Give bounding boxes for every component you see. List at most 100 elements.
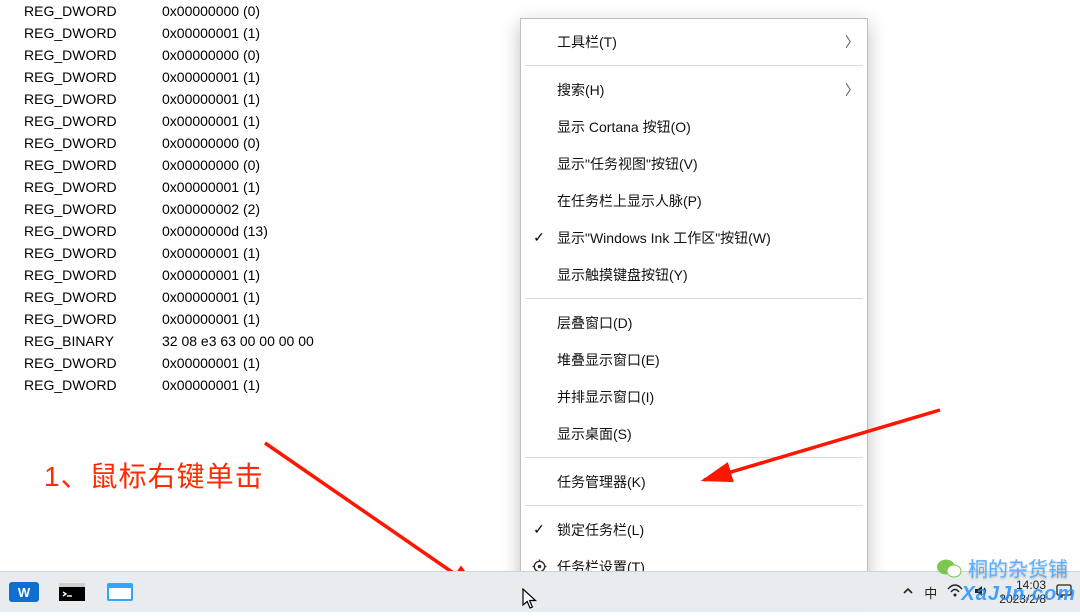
registry-type: REG_DWORD <box>24 374 162 396</box>
registry-value: 0x00000001 (1) <box>162 352 260 374</box>
svg-text:W: W <box>18 585 31 600</box>
registry-row[interactable]: REG_DWORD0x0000000d (13) <box>24 220 314 242</box>
registry-row[interactable]: REG_DWORD0x00000001 (1) <box>24 308 314 330</box>
menu-separator <box>525 505 863 506</box>
registry-row[interactable]: REG_DWORD0x00000000 (0) <box>24 44 314 66</box>
watermark-site: XaJJn.com <box>961 583 1076 606</box>
registry-value: 32 08 e3 63 00 00 00 00 <box>162 330 314 352</box>
registry-type: REG_DWORD <box>24 132 162 154</box>
registry-value: 0x00000000 (0) <box>162 44 260 66</box>
registry-type: REG_DWORD <box>24 220 162 242</box>
registry-value: 0x00000001 (1) <box>162 286 260 308</box>
registry-row[interactable]: REG_DWORD0x00000001 (1) <box>24 66 314 88</box>
registry-row[interactable]: REG_DWORD0x00000001 (1) <box>24 374 314 396</box>
registry-value: 0x00000002 (2) <box>162 198 260 220</box>
context-menu-label: 显示桌面(S) <box>557 424 845 444</box>
taskbar-item-wps[interactable]: W <box>0 572 48 612</box>
context-menu-label: 显示"任务视图"按钮(V) <box>557 154 845 174</box>
registry-type: REG_DWORD <box>24 242 162 264</box>
context-menu-label: 显示触摸键盘按钮(Y) <box>557 265 845 285</box>
registry-row[interactable]: REG_DWORD0x00000001 (1) <box>24 88 314 110</box>
registry-type: REG_DWORD <box>24 176 162 198</box>
registry-row[interactable]: REG_DWORD0x00000001 (1) <box>24 352 314 374</box>
tray-up-icon[interactable] <box>902 585 914 600</box>
registry-type: REG_DWORD <box>24 198 162 220</box>
registry-type: REG_DWORD <box>24 286 162 308</box>
registry-row[interactable]: REG_DWORD0x00000001 (1) <box>24 176 314 198</box>
registry-value: 0x0000000d (13) <box>162 220 268 242</box>
context-menu-label: 并排显示窗口(I) <box>557 387 845 407</box>
registry-row[interactable]: REG_BINARY32 08 e3 63 00 00 00 00 <box>24 330 314 352</box>
context-menu-item[interactable]: 工具栏(T)〉 <box>521 23 867 60</box>
wechat-icon <box>936 557 962 579</box>
checkmark-icon: ✓ <box>521 521 557 538</box>
menu-separator <box>525 65 863 66</box>
registry-row[interactable]: REG_DWORD0x00000000 (0) <box>24 132 314 154</box>
registry-type: REG_BINARY <box>24 330 162 352</box>
context-menu-item[interactable]: 任务管理器(K) <box>521 463 867 500</box>
registry-value-list: REG_DWORD0x00000000 (0)REG_DWORD0x000000… <box>24 0 314 396</box>
registry-type: REG_DWORD <box>24 110 162 132</box>
registry-type: REG_DWORD <box>24 66 162 88</box>
menu-separator <box>525 298 863 299</box>
taskbar-context-menu[interactable]: 工具栏(T)〉搜索(H)〉显示 Cortana 按钮(O)显示"任务视图"按钮(… <box>520 18 868 590</box>
registry-value: 0x00000001 (1) <box>162 66 260 88</box>
registry-type: REG_DWORD <box>24 352 162 374</box>
registry-row[interactable]: REG_DWORD0x00000000 (0) <box>24 0 314 22</box>
watermark-text: 桐的杂货铺 <box>968 553 1068 582</box>
registry-value: 0x00000000 (0) <box>162 132 260 154</box>
context-menu-item[interactable]: ✓显示"Windows Ink 工作区"按钮(W) <box>521 219 867 256</box>
checkmark-icon: ✓ <box>521 229 557 246</box>
context-menu-label: 在任务栏上显示人脉(P) <box>557 191 845 211</box>
context-menu-label: 堆叠显示窗口(E) <box>557 350 845 370</box>
registry-row[interactable]: REG_DWORD0x00000000 (0) <box>24 154 314 176</box>
registry-row[interactable]: REG_DWORD0x00000001 (1) <box>24 286 314 308</box>
registry-type: REG_DWORD <box>24 264 162 286</box>
context-menu-label: 任务管理器(K) <box>557 472 845 492</box>
context-menu-item[interactable]: 层叠窗口(D) <box>521 304 867 341</box>
context-menu-item[interactable]: 显示触摸键盘按钮(Y) <box>521 256 867 293</box>
registry-type: REG_DWORD <box>24 154 162 176</box>
context-menu-label: 显示"Windows Ink 工作区"按钮(W) <box>557 228 845 248</box>
registry-row[interactable]: REG_DWORD0x00000001 (1) <box>24 242 314 264</box>
registry-value: 0x00000001 (1) <box>162 308 260 330</box>
registry-row[interactable]: REG_DWORD0x00000002 (2) <box>24 198 314 220</box>
registry-value: 0x00000001 (1) <box>162 176 260 198</box>
watermark-channel: 桐的杂货铺 <box>936 553 1068 582</box>
taskbar-item-browser[interactable] <box>96 572 144 612</box>
context-menu-item[interactable]: 并排显示窗口(I) <box>521 378 867 415</box>
registry-value: 0x00000001 (1) <box>162 110 260 132</box>
chevron-right-icon: 〉 <box>845 32 867 52</box>
registry-value: 0x00000001 (1) <box>162 88 260 110</box>
registry-value: 0x00000001 (1) <box>162 22 260 44</box>
context-menu-label: 层叠窗口(D) <box>557 313 845 333</box>
context-menu-label: 搜索(H) <box>557 80 845 100</box>
context-menu-item[interactable]: 搜索(H)〉 <box>521 71 867 108</box>
context-menu-item[interactable]: ✓锁定任务栏(L) <box>521 511 867 548</box>
context-menu-label: 显示 Cortana 按钮(O) <box>557 117 845 137</box>
context-menu-label: 工具栏(T) <box>557 32 845 52</box>
registry-value: 0x00000000 (0) <box>162 0 260 22</box>
registry-row[interactable]: REG_DWORD0x00000001 (1) <box>24 264 314 286</box>
registry-type: REG_DWORD <box>24 44 162 66</box>
registry-type: REG_DWORD <box>24 22 162 44</box>
registry-value: 0x00000000 (0) <box>162 154 260 176</box>
registry-type: REG_DWORD <box>24 88 162 110</box>
registry-type: REG_DWORD <box>24 0 162 22</box>
registry-value: 0x00000001 (1) <box>162 374 260 396</box>
context-menu-item[interactable]: 显示 Cortana 按钮(O) <box>521 108 867 145</box>
context-menu-label: 锁定任务栏(L) <box>557 520 845 540</box>
registry-type: REG_DWORD <box>24 308 162 330</box>
context-menu-item[interactable]: 堆叠显示窗口(E) <box>521 341 867 378</box>
registry-row[interactable]: REG_DWORD0x00000001 (1) <box>24 110 314 132</box>
context-menu-item[interactable]: 在任务栏上显示人脉(P) <box>521 182 867 219</box>
taskbar-item-terminal[interactable] <box>48 572 96 612</box>
chevron-right-icon: 〉 <box>845 80 867 100</box>
context-menu-item[interactable]: 显示"任务视图"按钮(V) <box>521 145 867 182</box>
registry-value: 0x00000001 (1) <box>162 264 260 286</box>
tray-ime-indicator[interactable]: 中 <box>924 583 937 602</box>
annotation-step-1: 1、鼠标右键单击 <box>44 455 264 495</box>
menu-separator <box>525 457 863 458</box>
context-menu-item[interactable]: 显示桌面(S) <box>521 415 867 452</box>
registry-row[interactable]: REG_DWORD0x00000001 (1) <box>24 22 314 44</box>
